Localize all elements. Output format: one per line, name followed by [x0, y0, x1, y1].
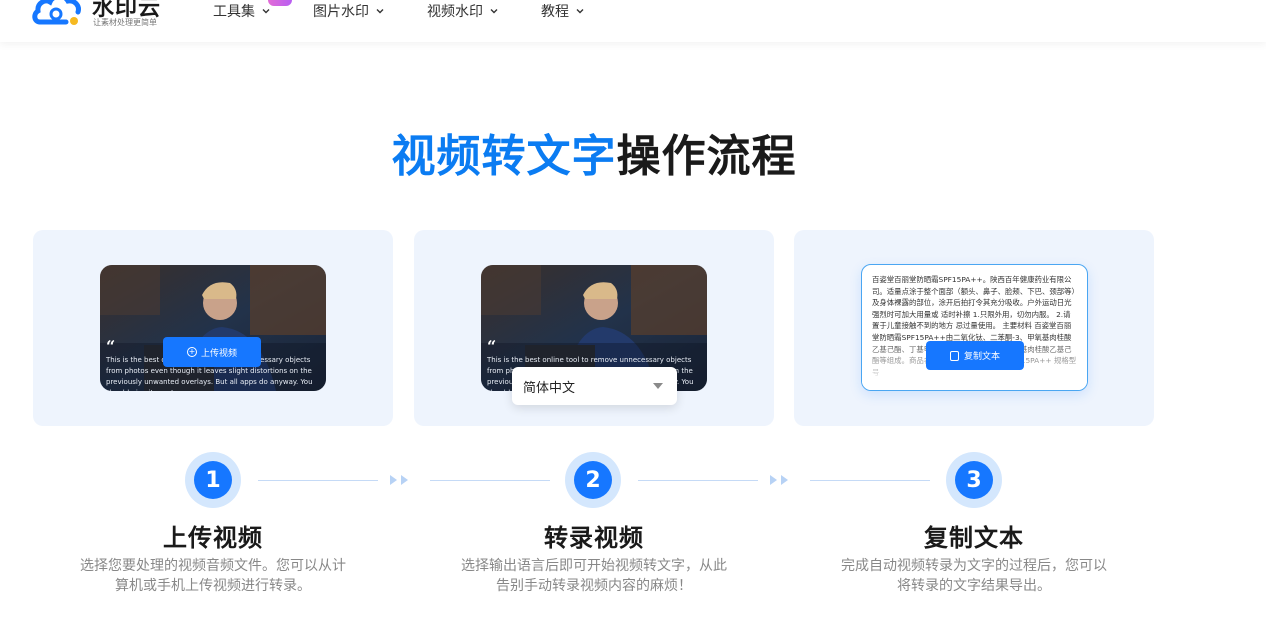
language-select[interactable]: 简体中文	[512, 367, 677, 405]
dropdown-caret-icon	[653, 383, 663, 389]
menu-item-label: 教程	[541, 4, 569, 20]
menu-item-label: 工具集	[213, 4, 255, 20]
step-connector	[810, 480, 930, 481]
step-connector	[258, 480, 378, 481]
step-number-2: 2	[565, 452, 621, 508]
step-number-3: 3	[946, 452, 1002, 508]
step-title: 复制文本	[924, 524, 1024, 552]
copy-label: 复制文本	[963, 352, 1000, 362]
logo[interactable]: 水印云 让素材处理更简单	[30, 0, 180, 34]
step-connector	[638, 480, 758, 481]
step-card-copy: 百姿堂百丽堂防晒霜SPF15PA++。陕西百年健康药业有限公司。适量点涂于整个面…	[794, 230, 1154, 426]
step-description-line: 选择输出语言后即可开始视频转文字，从此	[461, 558, 727, 574]
chevron-down-icon	[262, 9, 270, 14]
step-description-line: 完成自动视频转录为文字的过程后，您可以	[841, 558, 1107, 574]
step-title: 转录视频	[544, 524, 644, 552]
step-description: 选择您要处理的视频音频文件。您可以从计 算机或手机上传视频进行转录。	[33, 556, 393, 596]
step-title: 上传视频	[163, 524, 263, 552]
transcript-preview: 百姿堂百丽堂防晒霜SPF15PA++。陕西百年健康药业有限公司。适量点涂于整个面…	[861, 264, 1088, 391]
step-description: 选择输出语言后即可开始视频转文字，从此 告别手动转录视频内容的麻烦！	[414, 556, 774, 596]
menu-item-image-watermark[interactable]: 图片水印	[313, 0, 385, 22]
plus-icon: +	[186, 347, 197, 357]
step-description-line: 选择您要处理的视频音频文件。您可以从计	[80, 558, 346, 574]
double-chevron-icon	[770, 475, 788, 485]
step-description-line: 告别手动转录视频内容的麻烦！	[496, 578, 692, 594]
title-highlight: 视频转文字	[391, 131, 617, 182]
step-card-transcribe: “ This is the best online tool to remove…	[414, 230, 774, 426]
new-badge	[268, 0, 292, 6]
double-chevron-icon	[390, 475, 408, 485]
video-thumbnail: “ This is the best online tool to remove…	[100, 265, 326, 391]
chevron-down-icon	[490, 9, 498, 14]
step-number-text: 2	[574, 461, 612, 499]
step-connector	[430, 480, 550, 481]
step-description-line: 算机或手机上传视频进行转录。	[115, 578, 311, 594]
step-number-text: 1	[194, 461, 232, 499]
menu-item-tutorial[interactable]: 教程	[541, 0, 585, 22]
step-description-line: 将转录的文字结果导出。	[897, 578, 1051, 594]
upload-video-button[interactable]: + 上传视频	[163, 337, 261, 367]
language-select-value: 简体中文	[523, 380, 576, 396]
menu-item-label: 图片水印	[313, 4, 369, 20]
top-navbar: 水印云 让素材处理更简单 工具集 图片水印 视频水印 教程	[0, 0, 1266, 42]
step-card-upload: “ This is the best online tool to remove…	[33, 230, 393, 426]
quote-mark: “	[106, 337, 116, 356]
logo-slogan: 让素材处理更简单	[93, 18, 157, 27]
step-description: 完成自动视频转录为文字的过程后，您可以 将转录的文字结果导出。	[794, 556, 1154, 596]
title-rest: 操作流程	[616, 131, 797, 182]
step-number-1: 1	[185, 452, 241, 508]
quote-mark: “	[487, 337, 497, 356]
cloud-logo-icon	[32, 0, 81, 25]
copy-text-button[interactable]: 复制文本	[926, 341, 1024, 370]
menu-item-label: 视频水印	[427, 4, 483, 20]
menu-item-tools[interactable]: 工具集	[213, 0, 271, 22]
page-title: 视频转文字操作流程	[0, 120, 1188, 184]
chevron-down-icon	[376, 9, 384, 14]
chevron-down-icon	[576, 9, 584, 14]
menu-item-video-watermark[interactable]: 视频水印	[427, 0, 499, 22]
step-number-text: 3	[955, 461, 993, 499]
upload-label: 上传视频	[200, 348, 237, 359]
copy-icon	[949, 350, 959, 361]
